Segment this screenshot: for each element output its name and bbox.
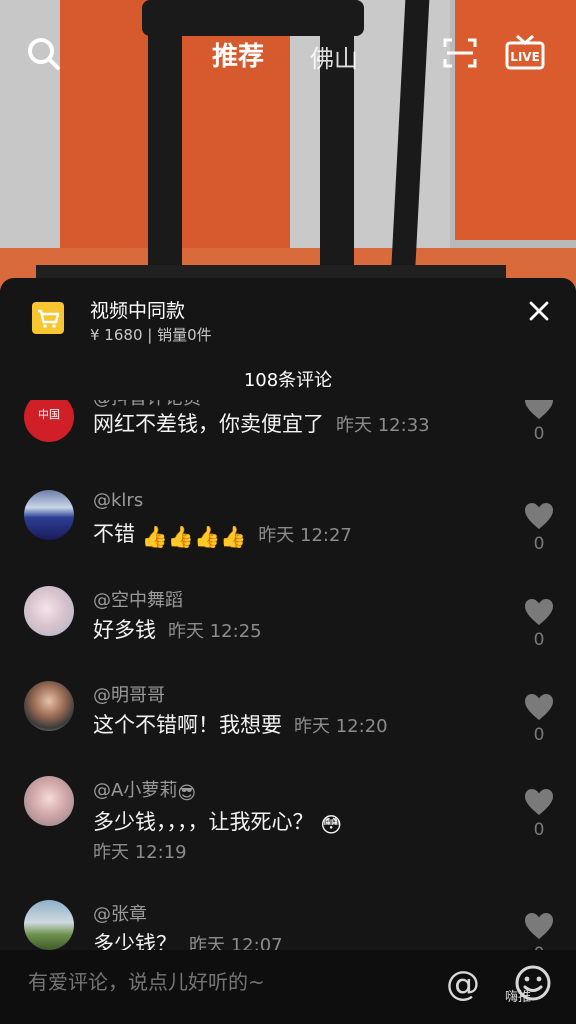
- avatar[interactable]: [24, 900, 74, 950]
- heart-icon: [525, 400, 553, 419]
- like-count: 0: [533, 534, 545, 554]
- like-button[interactable]: 0: [522, 400, 556, 444]
- comment-text: 多少钱？ 昨天 12:07: [93, 928, 283, 950]
- comment-time: 昨天 12:27: [258, 525, 352, 546]
- search-icon[interactable]: [26, 36, 62, 72]
- like-count: 0: [533, 725, 545, 745]
- heart-icon: [525, 599, 553, 625]
- like-button[interactable]: 0: [522, 598, 556, 650]
- comment-time: 昨天 12:25: [168, 621, 262, 642]
- avatar[interactable]: [24, 776, 74, 826]
- comment-time: 昨天 12:20: [294, 716, 388, 737]
- like-button[interactable]: 0: [522, 788, 556, 840]
- tab-recommend[interactable]: 推荐: [212, 36, 264, 73]
- comment-username[interactable]: @空中舞蹈: [93, 586, 183, 612]
- shopping-cart-icon: [32, 302, 64, 334]
- comment-username[interactable]: @A小萝莉😎: [93, 776, 196, 804]
- like-button[interactable]: 0: [522, 502, 556, 554]
- at-mention-icon[interactable]: @: [446, 964, 480, 1004]
- product-title: 视频中同款: [90, 300, 186, 322]
- comment-time: 昨天 12:19: [93, 842, 187, 863]
- username-text: @A小萝莉: [93, 780, 178, 801]
- like-button[interactable]: 0: [522, 912, 556, 950]
- comment-text: 网红不差钱，你卖便宜了 昨天 12:33: [93, 408, 430, 438]
- heart-icon: [525, 503, 553, 529]
- comment-body: 多少钱，，，，让我死心？: [93, 810, 314, 834]
- like-count: 0: [533, 630, 545, 650]
- comment-input-bar: @: [0, 950, 576, 1024]
- comment-username[interactable]: @张章: [93, 900, 147, 926]
- comment-list[interactable]: 中国 @抖音评论员 网红不差钱，你卖便宜了昨天 12:33 0 @klrs 不错…: [0, 400, 576, 950]
- avatar[interactable]: [24, 681, 74, 731]
- watermark: 嗨推: [505, 990, 532, 1005]
- product-price-sales: ¥ 1680 | 销量0件: [90, 326, 212, 344]
- comment-sheet: 视频中同款 ¥ 1680 | 销量0件 108条评论 中国 @抖音评论员 网红不…: [0, 278, 576, 1024]
- heart-icon: [525, 694, 553, 720]
- avatar-badge-text: 中国: [38, 408, 60, 421]
- comment-text: 多少钱，，，，让我死心？ 😳: [93, 806, 342, 837]
- avatar[interactable]: 中国: [24, 400, 74, 442]
- tab-city[interactable]: 佛山: [310, 39, 358, 74]
- comment-text: 好多钱 昨天 12:25: [93, 614, 262, 644]
- comment-username[interactable]: @klrs: [93, 490, 143, 511]
- product-card[interactable]: 视频中同款 ¥ 1680 | 销量0件: [0, 278, 576, 358]
- comment-time: 昨天 12:07: [189, 935, 283, 950]
- heart-icon: [525, 789, 553, 815]
- thumbs-up-emoji: 👍👍👍👍: [141, 525, 247, 549]
- heart-icon: [525, 913, 553, 939]
- close-icon[interactable]: [524, 296, 554, 326]
- comment-body: 多少钱？: [93, 932, 177, 950]
- comment-body: 好多钱: [93, 618, 156, 642]
- live-badge-text: LIVE: [510, 50, 540, 64]
- avatar[interactable]: [24, 490, 74, 540]
- comment-body: 不错: [93, 522, 135, 546]
- comment-time: 昨天 12:33: [336, 415, 430, 436]
- scan-icon[interactable]: [443, 38, 477, 68]
- comment-body: 网红不差钱，你卖便宜了: [93, 412, 324, 436]
- comment-text: 不错 👍👍👍👍 昨天 12:27: [93, 518, 352, 550]
- like-count: 0: [533, 820, 545, 840]
- live-icon[interactable]: LIVE: [505, 34, 545, 70]
- comment-username[interactable]: @明哥哥: [93, 681, 165, 707]
- comment-text: 这个不错啊！我想要 昨天 12:20: [93, 709, 388, 739]
- comment-body: 这个不错啊！我想要: [93, 713, 282, 737]
- comment-input[interactable]: [28, 970, 428, 994]
- top-navigation: 推荐 佛山 LIVE: [0, 28, 576, 78]
- sunglasses-emoji: 😎: [177, 783, 197, 804]
- like-count: 0: [533, 424, 545, 444]
- flushed-emoji: 😳: [320, 813, 343, 837]
- comments-count: 108条评论: [243, 370, 333, 391]
- like-button[interactable]: 0: [522, 693, 556, 745]
- avatar[interactable]: [24, 586, 74, 636]
